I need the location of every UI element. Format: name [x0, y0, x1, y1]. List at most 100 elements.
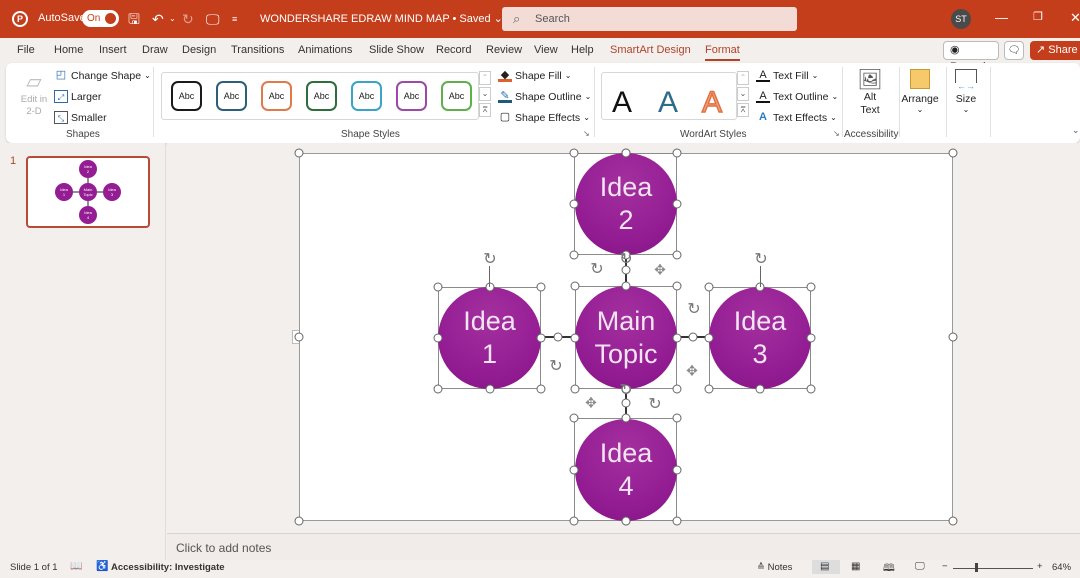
- node-main-topic[interactable]: Main Topic: [575, 286, 677, 389]
- node-idea-1[interactable]: Idea 1: [438, 287, 541, 389]
- notes-pane[interactable]: Click to add notes: [167, 533, 1080, 560]
- resize-handle[interactable]: [948, 516, 958, 526]
- resize-handle[interactable]: [294, 516, 304, 526]
- change-shape-button[interactable]: ◰ Change Shape ⌄: [54, 69, 151, 82]
- move-handle-icon[interactable]: ✥: [585, 395, 597, 412]
- gallery-up-button[interactable]: ⌃: [479, 71, 491, 85]
- gallery-more-button[interactable]: ⩞: [479, 103, 491, 117]
- rotate-handle-icon[interactable]: ↻: [549, 356, 562, 376]
- node-resize-handle[interactable]: [704, 384, 714, 394]
- shape-outline-button[interactable]: ✎ Shape Outline ⌄: [498, 90, 591, 103]
- alt-text-button[interactable]: 🖼 Alt Text: [851, 69, 889, 117]
- redo-icon[interactable]: ↻: [182, 10, 194, 28]
- rotate-handle-icon[interactable]: ↻: [483, 249, 496, 269]
- normal-view-icon[interactable]: ▤: [820, 561, 829, 572]
- wordart-style-orange[interactable]: A: [701, 85, 723, 120]
- node-resize-handle[interactable]: [806, 384, 816, 394]
- restore-icon[interactable]: ❐: [1033, 10, 1043, 23]
- rotate-handle-icon[interactable]: ↻: [687, 299, 700, 319]
- autosave-toggle[interactable]: On: [82, 10, 119, 27]
- zoom-in-button[interactable]: +: [1037, 561, 1043, 572]
- smaller-button[interactable]: ⤡ Smaller: [54, 111, 107, 124]
- shape-styles-launcher-icon[interactable]: ↘: [583, 129, 590, 138]
- node-resize-handle[interactable]: [569, 413, 579, 423]
- shape-fill-button[interactable]: ◆ Shape Fill ⌄: [498, 69, 571, 82]
- rotate-handle-icon[interactable]: ↻: [619, 380, 632, 400]
- move-handle-icon[interactable]: ✥: [654, 262, 666, 279]
- shape-style-swatch[interactable]: Abc: [216, 81, 247, 111]
- rotate-handle-icon[interactable]: ↻: [590, 259, 603, 279]
- node-resize-handle[interactable]: [672, 465, 682, 474]
- search-input[interactable]: ⌕ Search: [502, 7, 797, 31]
- node-resize-handle[interactable]: [704, 282, 714, 292]
- tab-home[interactable]: Home: [54, 44, 83, 56]
- shape-style-swatch[interactable]: Abc: [261, 81, 292, 111]
- node-resize-handle[interactable]: [672, 250, 682, 260]
- slideshow-view-icon[interactable]: 🖵: [915, 561, 925, 572]
- node-resize-handle[interactable]: [806, 333, 816, 343]
- share-button[interactable]: ↗ Share: [1030, 41, 1080, 60]
- document-title[interactable]: WONDERSHARE EDRAW MIND MAP • Saved ⌄: [260, 12, 503, 25]
- tab-animations[interactable]: Animations: [298, 44, 352, 56]
- slide-thumbnail[interactable]: Main Topic Idea 1 Idea 2 Idea 3 Idea 4: [26, 156, 150, 228]
- node-resize-handle[interactable]: [485, 384, 494, 394]
- node-resize-handle[interactable]: [536, 282, 546, 292]
- text-effects-button[interactable]: A Text Effects ⌄: [756, 111, 837, 124]
- customize-qat-icon[interactable]: ≡: [232, 10, 237, 28]
- node-idea-4[interactable]: Idea 4: [575, 419, 677, 521]
- collapse-ribbon-icon[interactable]: ⌄: [1072, 125, 1080, 136]
- gallery-down-button[interactable]: ⌄: [479, 87, 491, 101]
- tab-help[interactable]: Help: [571, 44, 594, 56]
- undo-dropdown-icon[interactable]: ⌄: [169, 10, 176, 28]
- shape-style-swatch[interactable]: Abc: [441, 81, 472, 111]
- accessibility-status[interactable]: Accessibility: Investigate: [111, 562, 225, 573]
- text-fill-button[interactable]: A Text Fill ⌄: [756, 69, 818, 82]
- tab-smartart-design[interactable]: SmartArt Design: [610, 44, 691, 56]
- tab-draw[interactable]: Draw: [142, 44, 168, 56]
- node-resize-handle[interactable]: [569, 465, 579, 474]
- node-resize-handle[interactable]: [621, 281, 631, 291]
- wordart-up-button[interactable]: ⌃: [737, 71, 749, 85]
- tab-format[interactable]: Format: [705, 44, 740, 61]
- tab-insert[interactable]: Insert: [99, 44, 127, 56]
- node-resize-handle[interactable]: [536, 384, 546, 394]
- wordart-more-button[interactable]: ⩞: [737, 103, 749, 117]
- node-resize-handle[interactable]: [570, 281, 580, 291]
- node-resize-handle[interactable]: [621, 148, 630, 158]
- wordart-down-button[interactable]: ⌄: [737, 87, 749, 101]
- tab-design[interactable]: Design: [182, 44, 216, 56]
- zoom-slider-thumb[interactable]: [975, 563, 978, 572]
- tab-file[interactable]: File: [17, 44, 35, 56]
- node-resize-handle[interactable]: [672, 199, 682, 209]
- edit-in-2d-button[interactable]: ▱ Edit in 2-D: [16, 69, 52, 118]
- zoom-out-button[interactable]: −: [942, 561, 948, 572]
- connector-handle[interactable]: [621, 398, 631, 408]
- reading-view-icon[interactable]: 🕮: [883, 561, 895, 578]
- size-button[interactable]: ←→ Size ⌄: [948, 67, 984, 114]
- node-resize-handle[interactable]: [672, 333, 682, 342]
- record-button[interactable]: ◉ Record: [943, 41, 999, 73]
- wordart-launcher-icon[interactable]: ↘: [833, 129, 840, 138]
- node-idea-3[interactable]: Idea 3: [709, 287, 811, 389]
- undo-icon[interactable]: ↶: [152, 10, 164, 28]
- shape-style-swatch[interactable]: Abc: [171, 81, 202, 111]
- close-icon[interactable]: ✕: [1070, 10, 1080, 26]
- text-outline-button[interactable]: A Text Outline ⌄: [756, 90, 838, 103]
- node-resize-handle[interactable]: [621, 516, 630, 526]
- node-resize-handle[interactable]: [433, 282, 443, 292]
- resize-handle[interactable]: [294, 332, 304, 342]
- connector-handle[interactable]: [553, 332, 563, 342]
- rotate-handle-icon[interactable]: ↻: [754, 249, 767, 269]
- resize-handle[interactable]: [294, 148, 304, 158]
- tab-review[interactable]: Review: [486, 44, 522, 56]
- resize-handle[interactable]: [948, 148, 958, 158]
- shape-effects-button[interactable]: ▢ Shape Effects ⌄: [498, 111, 590, 124]
- resize-handle[interactable]: [948, 332, 958, 342]
- node-resize-handle[interactable]: [672, 413, 682, 423]
- node-resize-handle[interactable]: [570, 333, 580, 342]
- shape-style-swatch[interactable]: Abc: [351, 81, 382, 111]
- node-resize-handle[interactable]: [569, 148, 579, 158]
- node-resize-handle[interactable]: [570, 384, 580, 394]
- tab-record[interactable]: Record: [436, 44, 471, 56]
- connector-handle[interactable]: [621, 265, 631, 275]
